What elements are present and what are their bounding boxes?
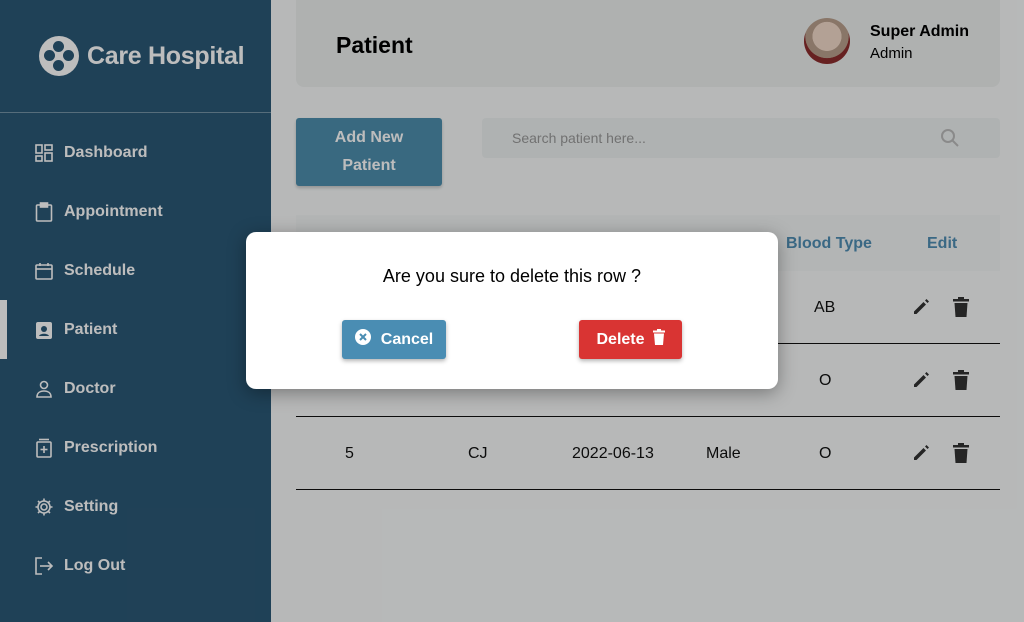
delete-label: Delete [596, 330, 645, 348]
trash-icon [652, 329, 665, 350]
cancel-label: Cancel [380, 330, 434, 348]
delete-button[interactable]: Delete [579, 320, 682, 359]
delete-confirm-dialog: Are you sure to delete this row ? Cancel… [246, 232, 778, 389]
cancel-circle-x-icon [354, 329, 371, 350]
dialog-message: Are you sure to delete this row ? [382, 266, 642, 286]
cancel-button[interactable]: Cancel [342, 320, 446, 359]
